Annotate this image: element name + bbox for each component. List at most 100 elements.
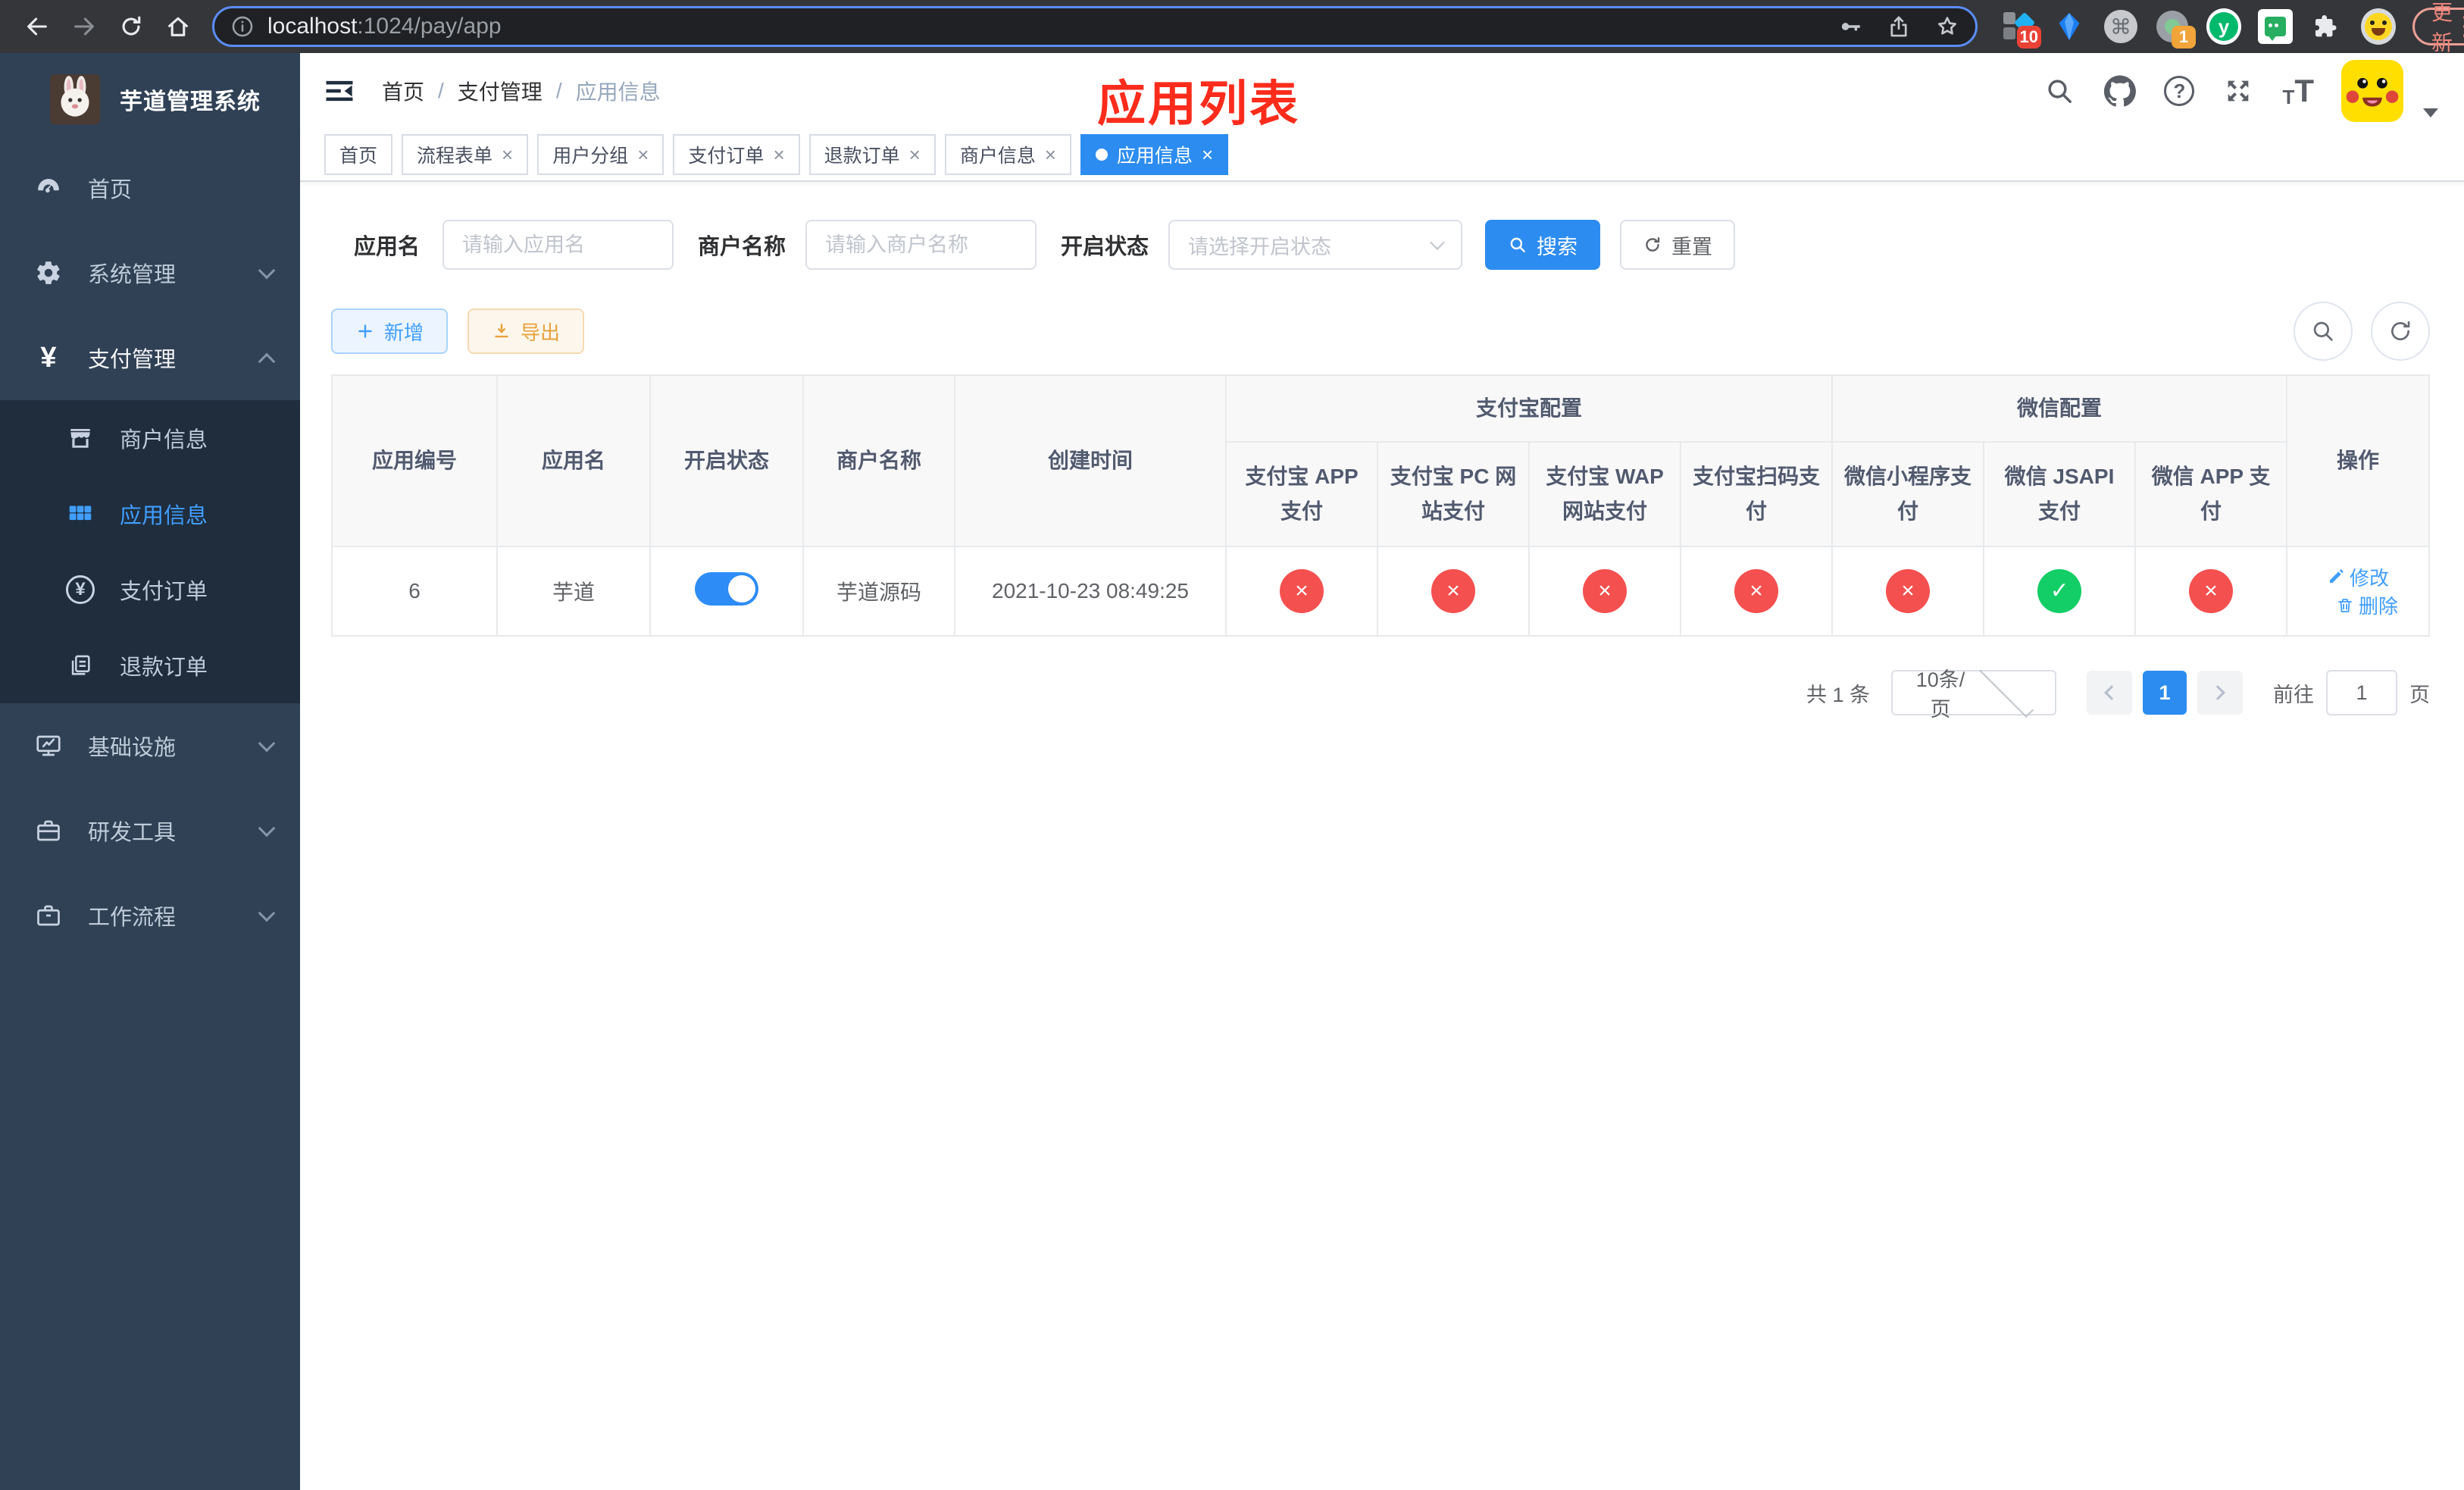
cell-app-name: 芋道: [496, 546, 651, 637]
reset-button[interactable]: 重置: [1620, 220, 1736, 270]
close-icon[interactable]: ×: [773, 145, 784, 164]
total-count: 共 1 条: [1806, 683, 1871, 706]
dashboard-icon: [33, 173, 64, 203]
sidebar-item-system[interactable]: 系统管理: [0, 230, 300, 315]
col-group-alipay: 支付宝配置: [1224, 374, 1834, 443]
search-button[interactable]: 搜索: [1485, 220, 1601, 270]
col-alipay-wap: 支付宝 WAP 网站支付: [1528, 441, 1681, 547]
tag-app-info-active[interactable]: 应用信息 ×: [1080, 134, 1229, 175]
pagination: 共 1 条 10条/页 1 前往 页: [331, 662, 2430, 721]
sidebar-item-pay-order[interactable]: ¥ 支付订单: [0, 552, 300, 628]
share-icon[interactable]: [1886, 14, 1912, 39]
close-icon[interactable]: ×: [637, 145, 649, 164]
browser-profile-avatar[interactable]: [2361, 8, 2396, 45]
tag-pay-order[interactable]: 支付订单 ×: [673, 134, 800, 175]
col-app-id: 应用编号: [331, 374, 498, 547]
document-copy-icon: [65, 650, 95, 681]
refresh-table-button[interactable]: [2371, 302, 2431, 361]
breadcrumb-pay[interactable]: 支付管理: [458, 76, 543, 106]
sidebar-item-label: 支付管理: [88, 348, 177, 372]
header-search-icon[interactable]: [2043, 74, 2076, 108]
chat-extension-icon[interactable]: [2258, 9, 2293, 44]
tag-merchant-info[interactable]: 商户信息 ×: [944, 134, 1072, 175]
url-text[interactable]: localhost:1024/pay/app: [267, 14, 1815, 39]
command-extension-icon[interactable]: ⌘: [2103, 9, 2138, 44]
browser-forward-icon[interactable]: [64, 6, 105, 47]
status-label: 开启状态: [1061, 235, 1149, 259]
sidebar-item-infra[interactable]: 基础设施: [0, 703, 300, 788]
sidebar-item-merchant[interactable]: 商户信息: [0, 400, 300, 476]
github-icon[interactable]: [2103, 74, 2137, 108]
user-avatar[interactable]: [2341, 60, 2404, 122]
browser-back-icon[interactable]: [17, 6, 58, 47]
toolbox-icon: [33, 815, 64, 846]
close-icon[interactable]: ×: [502, 145, 513, 164]
tag-refund-order[interactable]: 退款订单 ×: [808, 134, 936, 175]
sidebar-item-app-info[interactable]: 应用信息: [0, 476, 300, 552]
sidebar-item-workflow[interactable]: 工作流程: [0, 873, 300, 958]
delete-link[interactable]: 删除: [2336, 591, 2398, 619]
tag-home[interactable]: 首页: [324, 134, 393, 175]
cell-status: [649, 546, 804, 637]
sidebar-fold-icon[interactable]: [323, 74, 356, 108]
help-icon[interactable]: ?: [2164, 76, 2195, 106]
alipay-pc-status-icon: ×: [1431, 569, 1475, 613]
browser-toolbar: localhost:1024/pay/app 10 ⌘ 1 y 更新: [0, 0, 2464, 55]
app-logo[interactable]: 芋道管理系统: [0, 53, 300, 146]
address-bar[interactable]: localhost:1024/pay/app: [212, 6, 1978, 47]
app-name-input[interactable]: [442, 220, 674, 270]
extensions-puzzle-icon[interactable]: [2309, 9, 2344, 44]
wx-app-status-icon: ×: [2189, 569, 2234, 613]
cell-create-time: 2021-10-23 08:49:25: [954, 546, 1227, 637]
merchant-name-input[interactable]: [805, 220, 1037, 270]
page-size-select[interactable]: 10条/页: [1891, 662, 2057, 721]
tag-process-form[interactable]: 流程表单 ×: [402, 134, 529, 175]
tags-view-bar: 首页 流程表单 × 用户分组 × 支付订单 × 退款订单 × 商户信息 × 应用…: [300, 129, 2464, 182]
chrome-update-menu-button[interactable]: 更新: [2412, 1, 2464, 55]
edit-link[interactable]: 修改: [2327, 563, 2389, 591]
close-icon[interactable]: ×: [909, 145, 921, 164]
col-alipay-app: 支付宝 APP 支付: [1225, 441, 1378, 547]
sidebar-item-refund-order[interactable]: 退款订单: [0, 628, 300, 703]
tag-user-group[interactable]: 用户分组 ×: [537, 134, 664, 175]
breadcrumb-home[interactable]: 首页: [382, 76, 424, 106]
logo-rabbit-image: [50, 74, 100, 124]
gear-icon: [33, 258, 64, 288]
sidebar-item-label: 系统管理: [88, 263, 177, 287]
gem-extension-icon[interactable]: [2052, 9, 2087, 44]
close-icon[interactable]: ×: [1202, 145, 1213, 164]
next-page-button[interactable]: [2197, 671, 2244, 715]
status-toggle[interactable]: [695, 571, 758, 606]
password-key-icon[interactable]: [1837, 14, 1863, 39]
user-dropdown-caret[interactable]: [2423, 108, 2439, 117]
export-button[interactable]: 导出: [467, 308, 585, 354]
sidebar-item-home[interactable]: 首页: [0, 146, 300, 230]
sidebar-item-pay[interactable]: ¥ 支付管理: [0, 315, 300, 400]
sidebar-item-label: 退款订单: [120, 656, 208, 680]
bookmark-star-icon[interactable]: [1934, 14, 1960, 39]
briefcase-icon: [33, 900, 64, 931]
tab-manager-extension-icon[interactable]: 10: [2000, 9, 2041, 49]
status-select[interactable]: 请选择开启状态: [1168, 220, 1463, 270]
close-icon[interactable]: ×: [1045, 145, 1056, 164]
grid-icon: [65, 499, 95, 529]
add-button[interactable]: 新增: [331, 308, 449, 354]
site-info-icon[interactable]: [230, 14, 255, 39]
chevron-down-icon: [258, 261, 276, 280]
col-merchant: 商户名称: [802, 374, 955, 547]
font-size-icon[interactable]: TT: [2282, 73, 2314, 109]
recorder-extension-icon[interactable]: 1: [2155, 9, 2196, 49]
page-number-1[interactable]: 1: [2143, 671, 2187, 715]
fullscreen-icon[interactable]: [2222, 74, 2255, 108]
hide-search-button[interactable]: [2294, 302, 2353, 361]
browser-home-icon[interactable]: [158, 6, 199, 47]
col-status: 开启状态: [649, 374, 804, 547]
yuque-extension-icon[interactable]: y: [2206, 8, 2241, 45]
chevron-down-icon: [258, 904, 276, 922]
active-dot-icon: [1096, 149, 1108, 161]
browser-reload-icon[interactable]: [111, 6, 152, 47]
page-jump-input[interactable]: [2326, 670, 2398, 715]
sidebar-item-dev-tools[interactable]: 研发工具: [0, 788, 300, 873]
page-annotation: 应用列表: [1097, 77, 1300, 131]
prev-page-button[interactable]: [2087, 671, 2133, 715]
